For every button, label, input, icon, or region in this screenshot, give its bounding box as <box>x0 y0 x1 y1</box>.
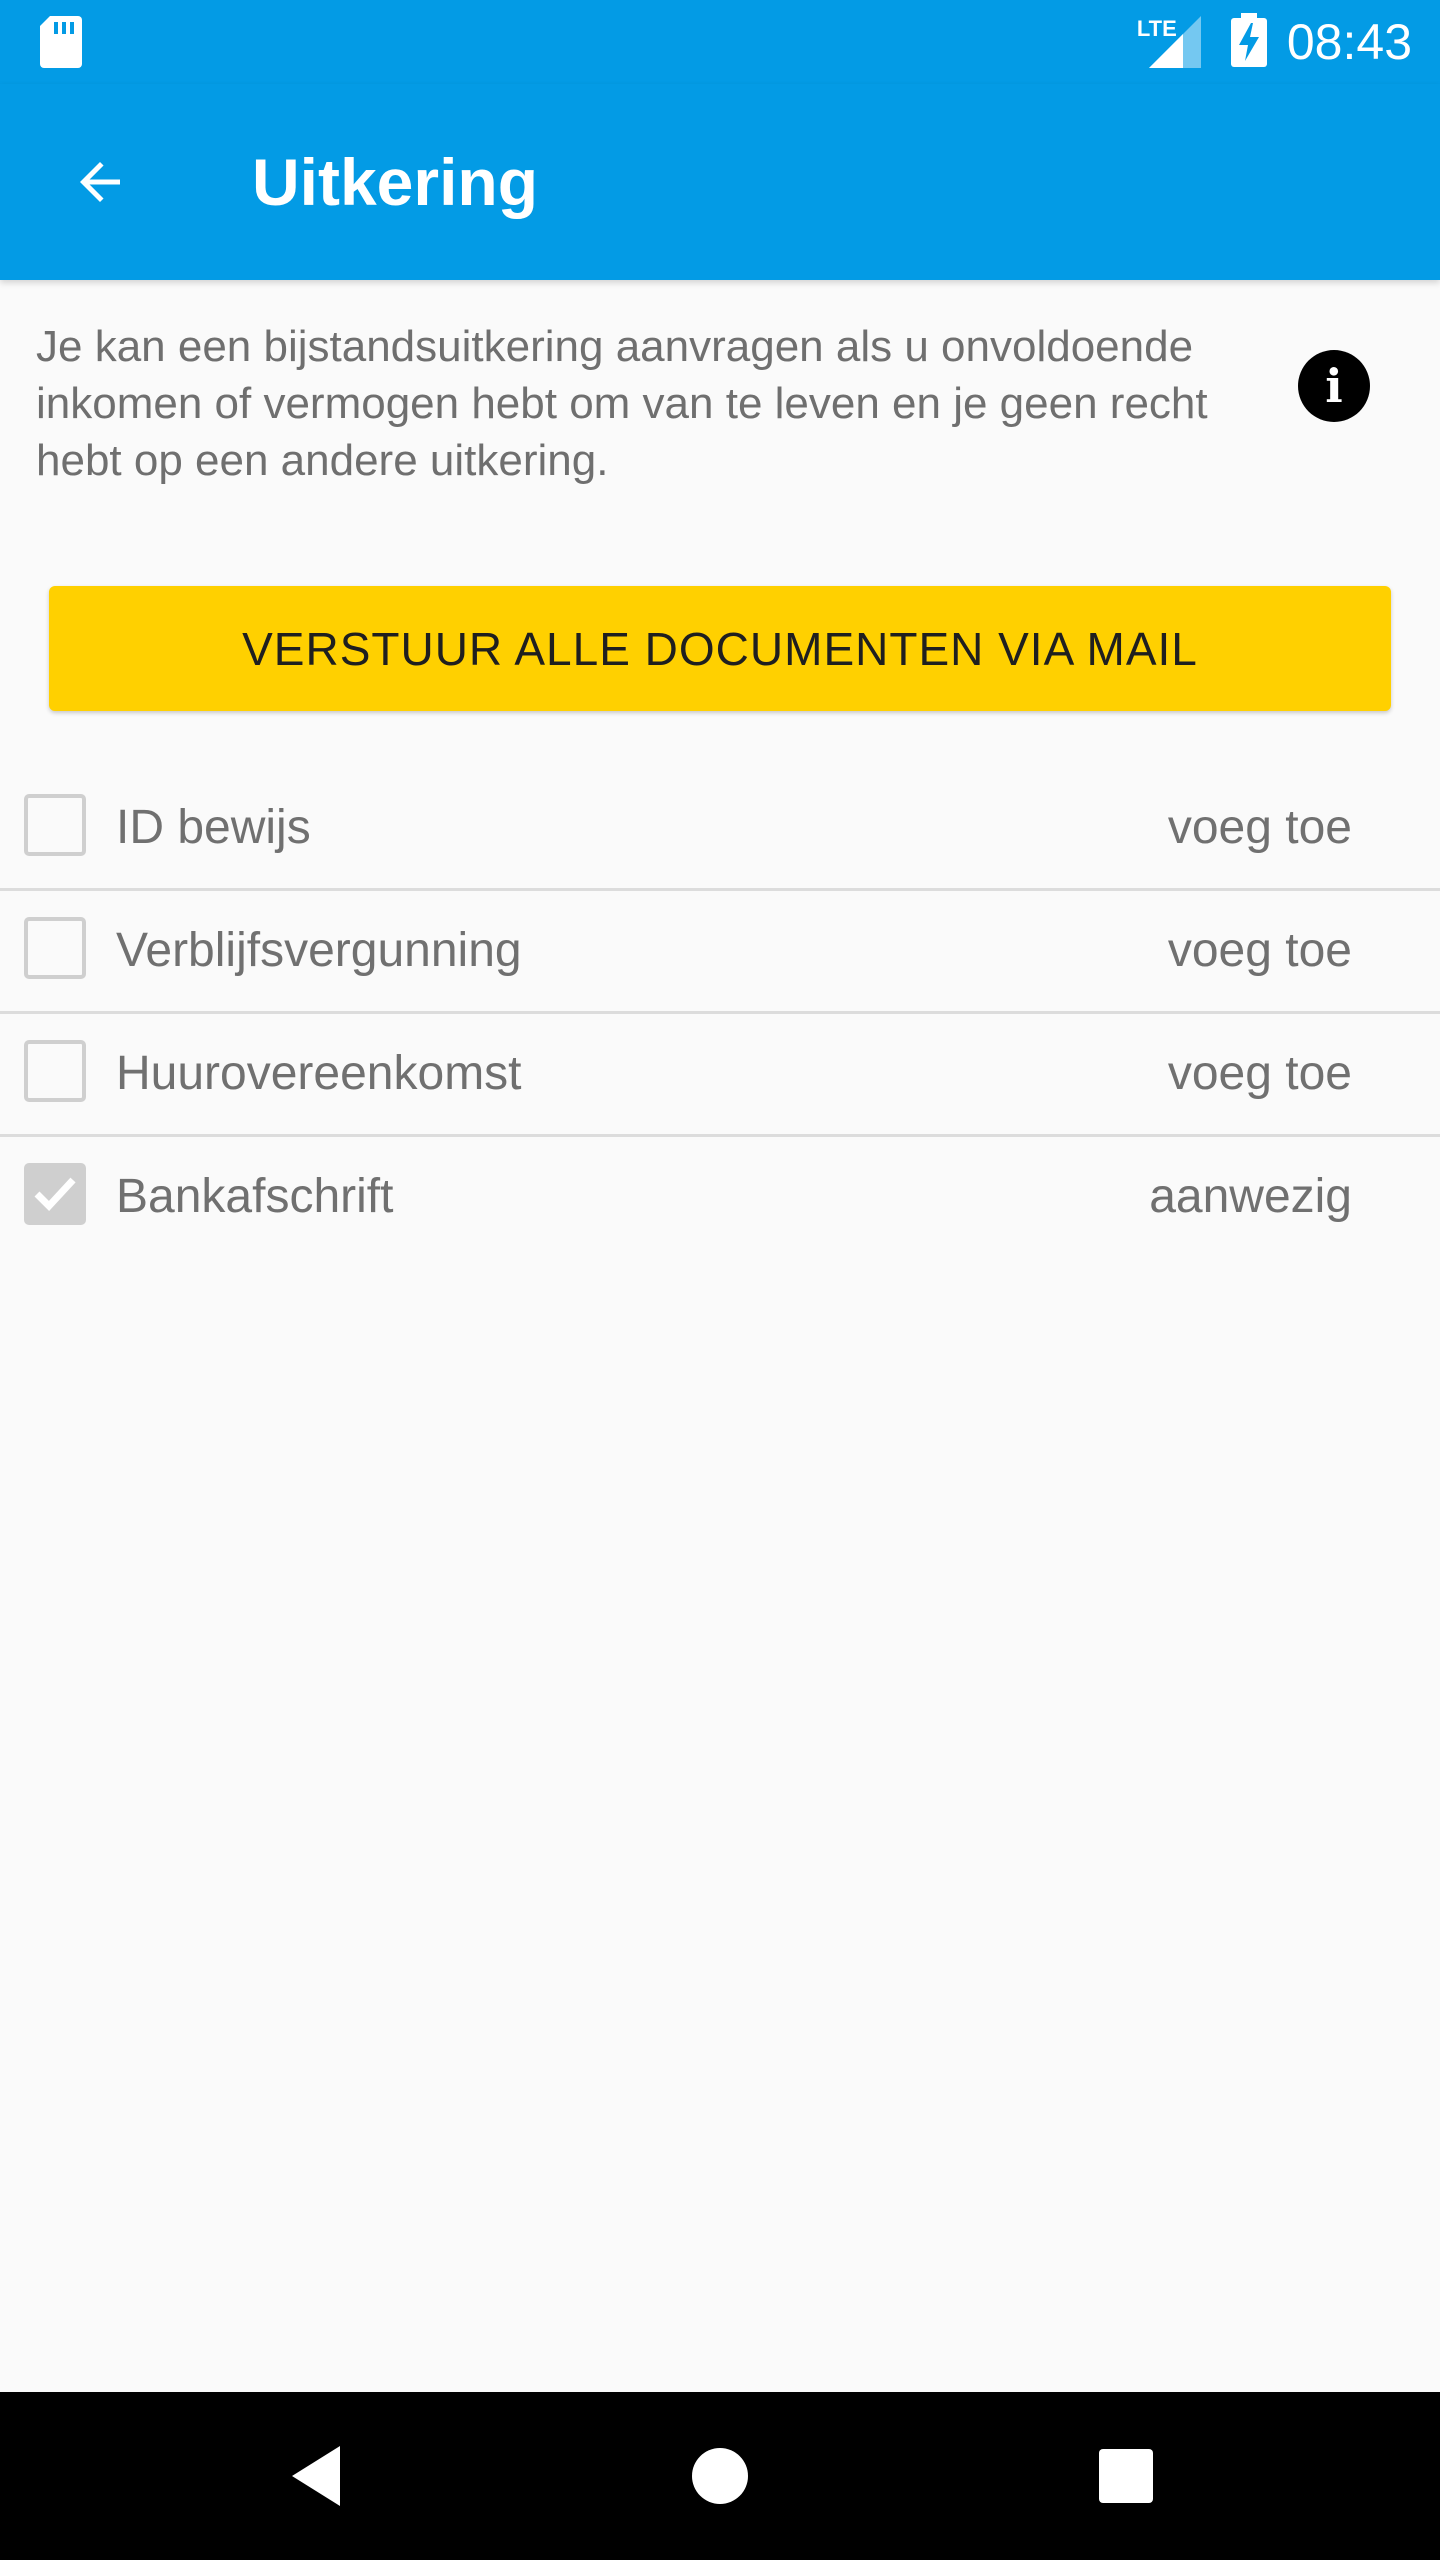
sd-card-icon <box>40 16 82 73</box>
send-all-documents-button[interactable]: VERSTUUR ALLE DOCUMENTEN VIA MAIL <box>49 586 1391 711</box>
checkbox[interactable] <box>24 794 86 856</box>
intro-text: Je kan een bijstandsuitkering aanvragen … <box>36 322 1208 485</box>
nav-back-button[interactable] <box>236 2392 396 2560</box>
page-title: Uitkering <box>252 145 539 219</box>
document-list: ID bewijs voeg toe Verblijfsvergunning v… <box>0 768 1440 1257</box>
nav-recents-button[interactable] <box>1046 2392 1206 2560</box>
document-label: Huurovereenkomst <box>116 1047 522 1100</box>
list-item[interactable]: Huurovereenkomst voeg toe <box>0 1014 1440 1137</box>
document-label: ID bewijs <box>116 801 311 854</box>
clock: 08:43 <box>1286 14 1412 70</box>
info-icon: i <box>1325 359 1343 413</box>
battery-charging-icon <box>1230 12 1267 72</box>
back-button[interactable] <box>52 134 148 230</box>
nav-home-icon <box>692 2448 748 2504</box>
checkbox[interactable] <box>24 1040 86 1102</box>
document-action[interactable]: aanwezig <box>1149 1169 1352 1225</box>
signal-icon: LTE <box>1137 16 1201 68</box>
document-action[interactable]: voeg toe <box>1168 1046 1352 1102</box>
document-label: Bankafschrift <box>116 1170 394 1223</box>
nav-recents-icon <box>1099 2449 1153 2503</box>
list-item[interactable]: ID bewijs voeg toe <box>0 768 1440 891</box>
checkmark-icon <box>34 1177 76 1212</box>
document-action[interactable]: voeg toe <box>1168 800 1352 856</box>
app-bar: Uitkering <box>0 84 1440 280</box>
checkbox[interactable] <box>24 917 86 979</box>
list-item[interactable]: Bankafschrift aanwezig <box>0 1137 1440 1257</box>
document-action[interactable]: voeg toe <box>1168 923 1352 979</box>
system-nav-bar <box>0 2392 1440 2560</box>
status-bar: LTE 08:43 <box>0 0 1440 84</box>
arrow-back-icon <box>80 162 120 202</box>
info-button[interactable]: i <box>1298 350 1370 422</box>
list-item[interactable]: Verblijfsvergunning voeg toe <box>0 891 1440 1014</box>
document-label: Verblijfsvergunning <box>116 924 522 977</box>
nav-back-icon <box>292 2446 340 2506</box>
checkbox-checked[interactable] <box>24 1163 86 1225</box>
nav-home-button[interactable] <box>640 2392 800 2560</box>
